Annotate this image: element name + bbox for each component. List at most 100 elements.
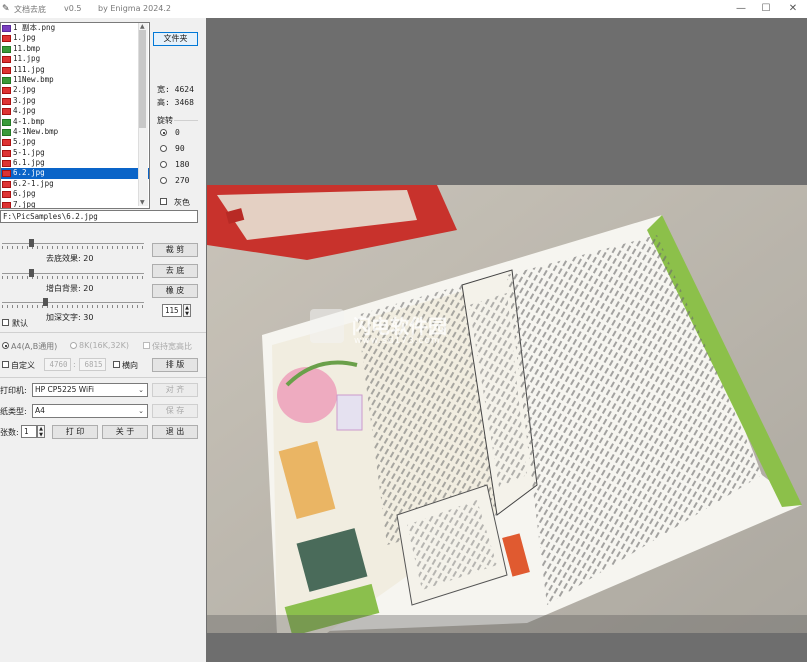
jpg-file-icon <box>2 35 11 43</box>
8k-label: 8K(16K,32K) <box>79 341 129 350</box>
custom-checkbox[interactable] <box>2 361 9 368</box>
keep-ratio-checkbox[interactable] <box>143 342 150 349</box>
app-icon: ✎ <box>2 4 10 14</box>
divider-2 <box>0 377 206 378</box>
maximize-icon[interactable]: ☐ <box>755 2 777 16</box>
list-item[interactable]: 6.jpg <box>1 189 149 199</box>
file-name: 11.bmp <box>13 43 41 53</box>
list-item[interactable]: 1.jpg <box>1 33 149 43</box>
custom-width-field[interactable]: 4760 <box>44 358 71 371</box>
paper-type-select[interactable]: A4 ⌄ <box>32 404 148 418</box>
file-name: 6.jpg <box>13 189 36 199</box>
file-name: 2.jpg <box>13 85 36 95</box>
rotate-radio-90[interactable] <box>160 145 167 152</box>
scrollbar-thumb[interactable] <box>139 30 146 128</box>
default-checkbox[interactable] <box>2 319 9 326</box>
brush-size-field[interactable]: 115 <box>162 304 182 317</box>
crop-button[interactable]: 裁 剪 <box>152 243 198 257</box>
jpg-file-icon <box>2 87 11 95</box>
list-item[interactable]: 4.jpg <box>1 106 149 116</box>
bg-effect-slider-ticks <box>2 246 144 249</box>
file-name: 5-1.jpg <box>13 147 45 157</box>
list-item[interactable]: 111.jpg <box>1 65 149 75</box>
bg-white-slider-thumb[interactable] <box>29 269 35 277</box>
8k-radio[interactable] <box>70 342 77 349</box>
divider <box>0 332 206 333</box>
spinner-arrows-icon[interactable]: ▲ ▼ <box>183 304 191 317</box>
window-author: by Enigma 2024.2 <box>98 4 172 13</box>
a4-radio[interactable] <box>2 342 9 349</box>
text-boost-slider-track[interactable] <box>2 302 144 303</box>
list-item[interactable]: 11.jpg <box>1 54 149 64</box>
file-name: 4.jpg <box>13 106 36 116</box>
list-item[interactable]: 11New.bmp <box>1 75 149 85</box>
jpg-file-icon <box>2 56 11 64</box>
jpg-file-icon <box>2 97 11 105</box>
scroll-down-icon[interactable]: ▼ <box>140 199 145 206</box>
preview-image[interactable] <box>207 185 807 633</box>
file-name: 1.jpg <box>13 33 36 43</box>
exit-button[interactable]: 退 出 <box>152 425 198 439</box>
bg-white-slider-ticks <box>2 276 144 279</box>
path-field[interactable]: F:\PicSamples\6.2.jpg <box>0 210 198 223</box>
list-item[interactable]: 5.jpg <box>1 137 149 147</box>
file-name: 6.2-1.jpg <box>13 178 54 188</box>
printer-select[interactable]: HP CP5225 WiFi ⌄ <box>32 383 148 397</box>
close-icon[interactable]: ✕ <box>782 2 804 16</box>
file-name: 3.jpg <box>13 95 36 105</box>
copies-label: 张数: <box>0 428 19 437</box>
file-name: 111.jpg <box>13 64 45 74</box>
landscape-checkbox[interactable] <box>113 361 120 368</box>
print-button[interactable]: 打 印 <box>52 425 98 439</box>
list-item[interactable]: 4-1.bmp <box>1 117 149 127</box>
scroll-up-icon[interactable]: ▲ <box>140 23 145 30</box>
list-item[interactable]: 1 副本.png <box>1 23 149 33</box>
list-item[interactable]: 4-1New.bmp <box>1 127 149 137</box>
watermark-url: www.sd173.com <box>354 336 441 346</box>
list-item[interactable]: 3.jpg <box>1 96 149 106</box>
eraser-button[interactable]: 橡 皮 <box>152 284 198 298</box>
custom-label: 自定义 <box>11 361 35 370</box>
file-name: 4-1.bmp <box>13 116 45 126</box>
jpg-file-icon <box>2 201 11 208</box>
bg-effect-slider-thumb[interactable] <box>29 239 35 247</box>
minimize-icon[interactable]: — <box>730 2 752 16</box>
gray-checkbox[interactable] <box>160 198 167 205</box>
custom-height-field[interactable]: 6815 <box>79 358 106 371</box>
rotate-radio-180[interactable] <box>160 161 167 168</box>
watermark-logo-icon <box>310 309 344 343</box>
rotate-label-90: 90 <box>175 144 185 153</box>
jpg-file-icon <box>2 149 11 157</box>
list-item[interactable]: 6.2.jpg <box>1 168 149 179</box>
file-list[interactable]: 1 副本.png 1.jpg 11.bmp 11.jpg 111.jpg 11New.bm… <box>0 22 150 209</box>
window-version: v0.5 <box>64 4 82 13</box>
document-photo <box>207 185 807 633</box>
confirm-button[interactable]: 对 齐 <box>152 383 198 397</box>
save-button[interactable]: 保 存 <box>152 404 198 418</box>
list-item[interactable]: 6.2-1.jpg <box>1 179 149 189</box>
file-name: 1 副本.png <box>13 23 56 32</box>
bg-effect-slider-track[interactable] <box>2 243 144 244</box>
rotate-radio-270[interactable] <box>160 177 167 184</box>
rotate-divider <box>174 120 198 121</box>
file-name: 6.1.jpg <box>13 158 45 168</box>
copies-spinner-icon[interactable]: ▲ ▼ <box>37 425 45 438</box>
bmp-file-icon <box>2 76 11 84</box>
bg-white-slider-track[interactable] <box>2 273 144 274</box>
list-item[interactable]: 7.jpg <box>1 199 149 209</box>
remove-bg-button[interactable]: 去 底 <box>152 264 198 278</box>
file-name: 7.jpg <box>13 199 36 209</box>
list-item[interactable]: 6.1.jpg <box>1 158 149 168</box>
rotate-radio-0[interactable] <box>160 129 167 136</box>
list-item[interactable]: 11.bmp <box>1 44 149 54</box>
list-item[interactable]: 5-1.jpg <box>1 148 149 158</box>
window-title: 文档去底 <box>14 5 46 14</box>
bg-effect-label: 去底效果: 20 <box>46 254 94 263</box>
copies-field[interactable]: 1 <box>21 425 37 438</box>
list-item[interactable]: 2.jpg <box>1 85 149 95</box>
text-boost-slider-thumb[interactable] <box>43 298 49 306</box>
folder-button[interactable]: 文件夹 <box>153 32 198 46</box>
layout-button[interactable]: 排 版 <box>152 358 198 372</box>
about-button[interactable]: 关 于 <box>102 425 148 439</box>
rotate-label: 旋转 <box>157 116 173 125</box>
